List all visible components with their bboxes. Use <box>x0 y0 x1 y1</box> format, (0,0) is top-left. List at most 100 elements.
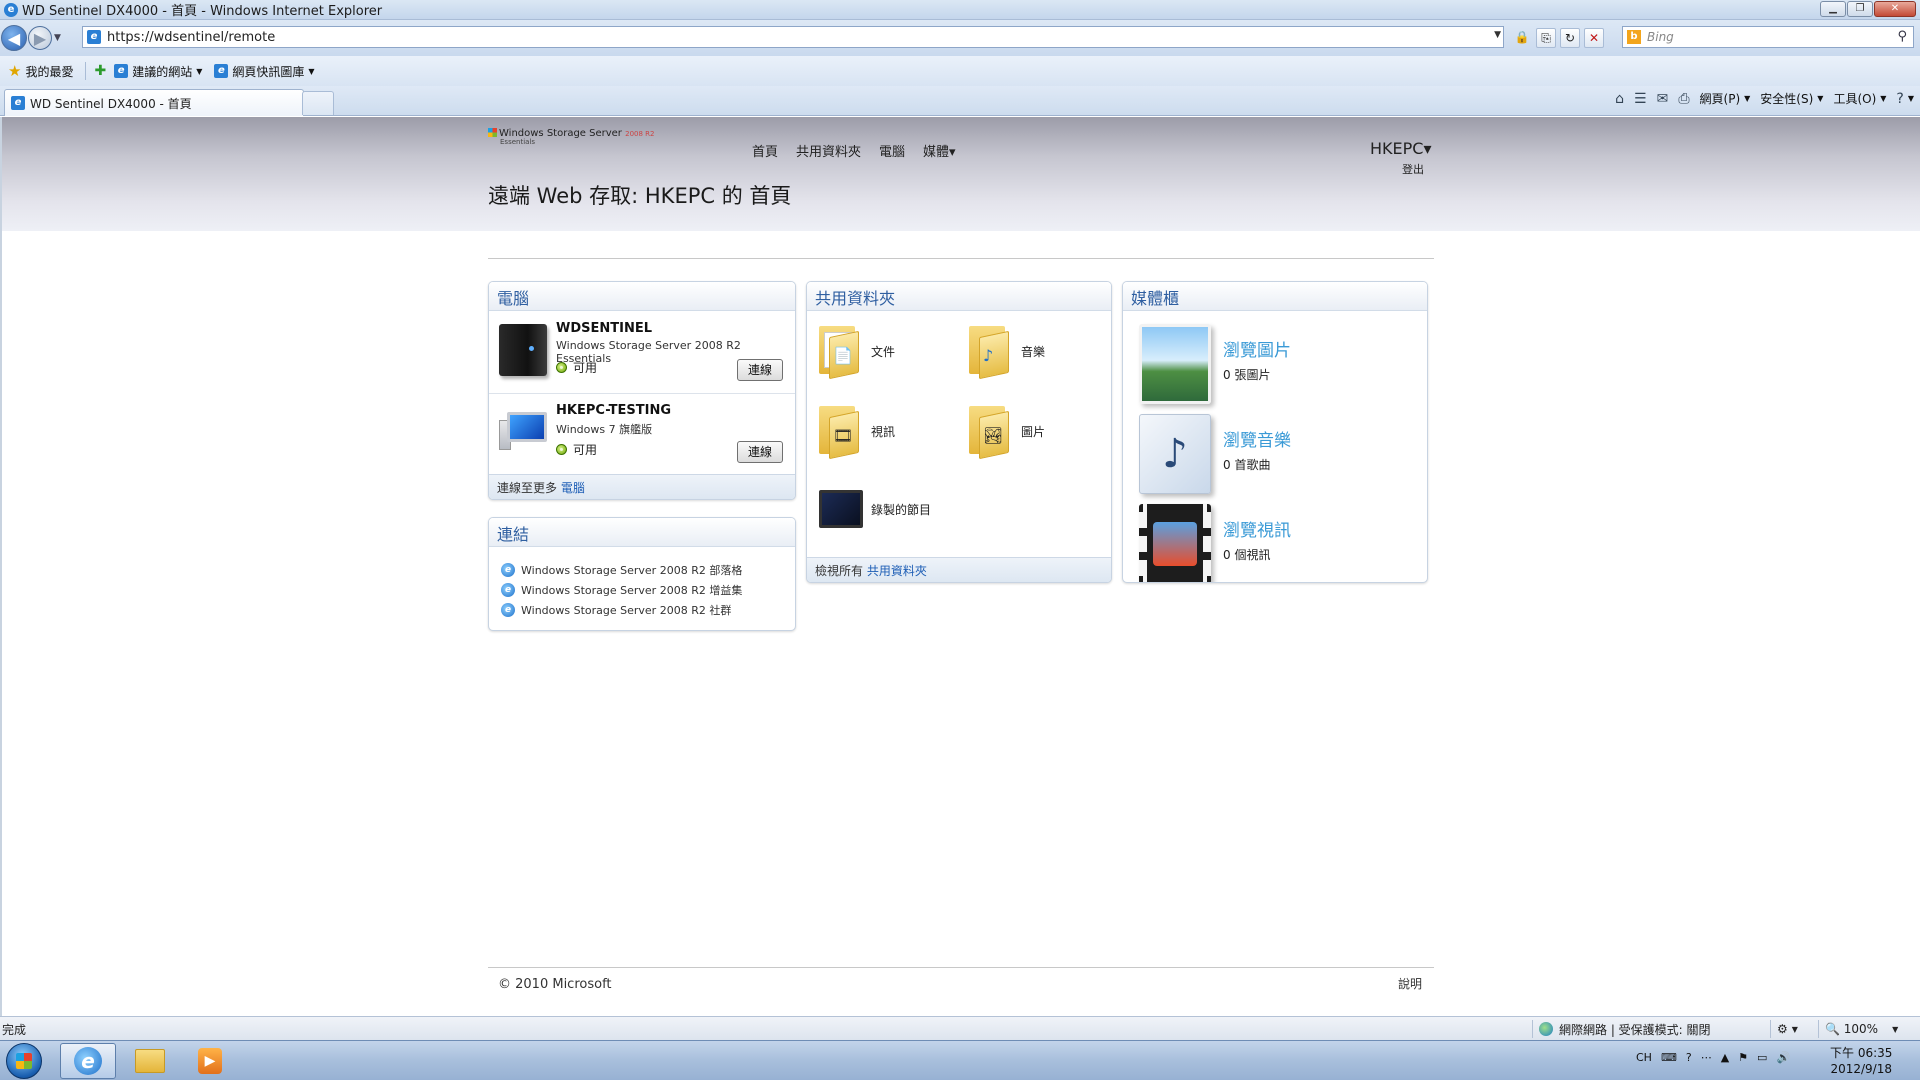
taskbar-explorer-button[interactable] <box>122 1043 178 1079</box>
nav-home[interactable]: 首頁 <box>752 141 778 160</box>
action-center-icon[interactable]: ⚑ <box>1738 1051 1748 1064</box>
language-indicator[interactable]: CH <box>1636 1051 1652 1064</box>
list-item[interactable]: e Windows Storage Server 2008 R2 部落格 <box>501 560 795 580</box>
folder-pictures[interactable]: 🏞 圖片 <box>969 406 1045 460</box>
logo-version: 2008 R2 <box>625 130 655 138</box>
ie-page-icon: e <box>214 64 229 78</box>
taskbar-ie-button[interactable]: e <box>60 1043 116 1079</box>
chevron-down-icon: ▼ <box>1880 94 1887 103</box>
address-row: ◀ ▶ ▼ e https://wdsentinel/remote ▼ 🔒 ⎘ … <box>0 20 1920 56</box>
browse-music[interactable]: ♪ 瀏覽音樂 0 首歌曲 <box>1135 412 1427 496</box>
suggested-sites-link[interactable]: e 建議的網站 ▼ <box>114 63 202 80</box>
music-note-icon: ♪ <box>1139 414 1211 494</box>
help-menu[interactable]: ? ▼ <box>1896 91 1914 107</box>
refresh-button[interactable]: ↻ <box>1560 28 1580 48</box>
ie-page-icon: e <box>114 64 129 78</box>
pictures-count: 0 張圖片 <box>1223 368 1271 382</box>
links-panel: 連結 e Windows Storage Server 2008 R2 部落格 e… <box>488 517 796 631</box>
nav-media[interactable]: 媒體▾ <box>923 141 956 160</box>
favorites-bar: ★ 我的最愛 ✚ e 建議的網站 ▼ e 網頁快訊圖庫 ▼ <box>0 56 1920 86</box>
video-folder-icon: 🎞 <box>819 406 863 460</box>
address-url[interactable]: https://wdsentinel/remote <box>107 30 275 45</box>
network-icon[interactable]: ▭ <box>1757 1051 1767 1064</box>
view-all-shared-folders-link[interactable]: 共用資料夾 <box>867 564 927 578</box>
folder-recorded-tv[interactable]: 錄製的節目 <box>819 490 931 528</box>
home-icon[interactable]: ⌂ <box>1615 91 1624 107</box>
tools-menu[interactable]: 工具(O) ▼ <box>1833 90 1886 107</box>
taskbar-media-player-button[interactable]: ▶ <box>182 1043 238 1079</box>
pictures-folder-icon: 🏞 <box>969 406 1013 460</box>
minimize-button[interactable]: ▁ <box>1820 1 1846 17</box>
monitor-shape <box>507 412 547 442</box>
more-computers-link[interactable]: 電腦 <box>561 481 585 495</box>
folder-music[interactable]: ♪ 音樂 <box>969 326 1045 380</box>
web-slice-gallery-link[interactable]: e 網頁快訊圖庫 ▼ <box>214 63 315 80</box>
favorites-button[interactable]: ★ 我的最愛 <box>8 62 73 80</box>
chevron-down-icon: ▼ <box>308 66 315 76</box>
compatibility-view-button[interactable]: ⎘ <box>1536 28 1556 48</box>
list-item[interactable]: e Windows Storage Server 2008 R2 增益集 <box>501 580 795 600</box>
show-hidden-icons[interactable]: ▲ <box>1721 1051 1729 1064</box>
back-button[interactable]: ◀ <box>1 25 27 51</box>
address-input[interactable]: e https://wdsentinel/remote ▼ <box>82 26 1504 48</box>
zoom-button[interactable]: 🔍 100% ▼ <box>1818 1020 1898 1038</box>
signout-link[interactable]: 登出 <box>1402 161 1424 177</box>
server-icon <box>499 324 547 376</box>
address-dropdown[interactable]: ▼ <box>1494 30 1501 40</box>
footer-text: 檢視所有 <box>815 564 864 578</box>
search-input[interactable]: b Bing ⚲ <box>1622 26 1914 48</box>
computer-row: WDSENTINEL Windows Storage Server 2008 R… <box>489 312 795 392</box>
favorites-star-icon: ★ <box>8 62 22 80</box>
list-item[interactable]: e Windows Storage Server 2008 R2 社群 <box>501 600 795 620</box>
mail-icon[interactable]: ✉ <box>1657 91 1669 107</box>
protected-mode-button[interactable]: ⚙ ▼ <box>1770 1020 1798 1038</box>
safety-menu[interactable]: 安全性(S) ▼ <box>1760 90 1823 107</box>
recorded-tv-icon <box>819 490 863 528</box>
web-slice-label: 網頁快訊圖庫 <box>232 64 305 79</box>
system-tray: CH ⌨ ? ⋯ ▲ ⚑ ▭ 🔊 <box>1636 1051 1790 1064</box>
recent-pages-dropdown[interactable]: ▼ <box>54 33 61 43</box>
add-favorite-icon[interactable]: ✚ <box>94 63 106 79</box>
user-menu[interactable]: HKEPC▾ <box>1370 139 1431 158</box>
browse-pictures-link[interactable]: 瀏覽圖片 <box>1223 336 1291 361</box>
options-tray-icon[interactable]: ⋯ <box>1701 1051 1712 1064</box>
page-menu[interactable]: 網頁(P) ▼ <box>1700 90 1751 107</box>
ie-link-icon: e <box>501 563 515 577</box>
search-icon[interactable]: ⚲ <box>1897 29 1907 44</box>
folder-videos[interactable]: 🎞 視訊 <box>819 406 895 460</box>
security-zone[interactable]: 網際網路 | 受保護模式: 關閉 <box>1532 1020 1711 1038</box>
connect-button[interactable]: 連線 <box>737 359 783 381</box>
nav-shared-folders[interactable]: 共用資料夾 <box>796 141 861 160</box>
page-viewport: Windows Storage Server 2008 R2 Essential… <box>0 117 1920 1016</box>
browser-tab-home[interactable]: e WD Sentinel DX4000 - 首頁 <box>4 89 304 116</box>
page-title: 遠端 Web 存取: HKEPC 的 首頁 <box>488 184 792 208</box>
help-tray-icon[interactable]: ? <box>1686 1051 1692 1064</box>
page-icon: e <box>87 30 101 44</box>
nav-computers[interactable]: 電腦 <box>879 141 905 160</box>
stop-button[interactable]: ✕ <box>1584 28 1604 48</box>
feeds-icon[interactable]: ☰ <box>1634 91 1647 107</box>
connect-button[interactable]: 連線 <box>737 441 783 463</box>
keyboard-icon[interactable]: ⌨ <box>1661 1051 1677 1064</box>
clock[interactable]: 下午 06:35 2012/9/18 <box>1830 1045 1892 1077</box>
print-icon[interactable]: ⎙ <box>1678 91 1689 107</box>
pictures-thumbnail-icon <box>1139 324 1211 404</box>
browse-videos[interactable]: 瀏覽視訊 0 個視訊 <box>1135 502 1427 582</box>
computer-name: WDSENTINEL <box>556 321 653 336</box>
media-library-panel: 媒體櫃 瀏覽圖片 0 張圖片 ♪ 瀏覽音樂 0 首歌曲 瀏覽視訊 0 個視訊 <box>1122 281 1428 583</box>
browse-videos-link[interactable]: 瀏覽視訊 <box>1223 516 1291 541</box>
browse-pictures[interactable]: 瀏覽圖片 0 張圖片 <box>1135 322 1427 406</box>
new-tab-button[interactable] <box>302 91 334 115</box>
browse-music-link[interactable]: 瀏覽音樂 <box>1223 426 1291 451</box>
lock-icon[interactable]: 🔒 <box>1512 28 1532 48</box>
forward-button[interactable]: ▶ <box>28 26 52 50</box>
ie-app-icon: e <box>4 2 18 17</box>
maximize-button[interactable]: ❐ <box>1847 1 1873 17</box>
help-link[interactable]: 說明 <box>1398 975 1422 992</box>
volume-icon[interactable]: 🔊 <box>1776 1051 1790 1064</box>
folder-documents[interactable]: 📄 文件 <box>819 326 895 380</box>
tools-menu-label: 工具(O) <box>1833 92 1877 106</box>
close-button[interactable]: ✕ <box>1874 1 1916 17</box>
start-button[interactable] <box>6 1043 42 1079</box>
computer-status: 可用 <box>556 359 597 376</box>
